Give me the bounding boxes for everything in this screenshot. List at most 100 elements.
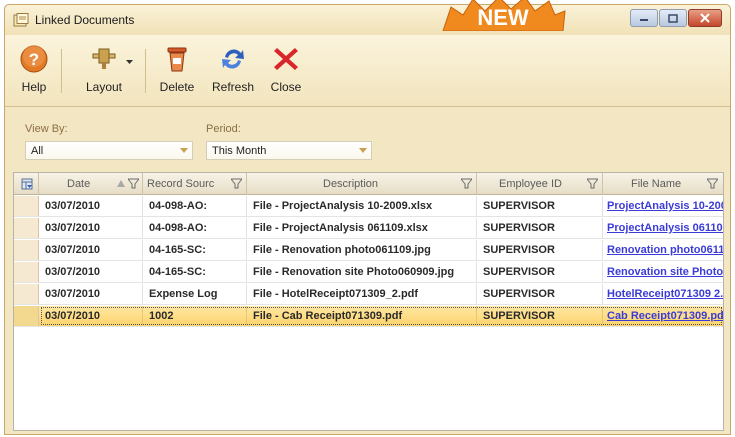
table-row[interactable]: 03/07/2010 04-165-SC: File - Renovation … xyxy=(14,240,723,261)
layout-button[interactable]: Layout xyxy=(69,38,139,102)
view-by-label: View By: xyxy=(25,123,68,135)
cell-record-source: 04-165-SC: xyxy=(143,240,247,260)
filter-icon[interactable] xyxy=(231,178,242,189)
table-row[interactable]: 03/07/2010 Expense Log File - HotelRecei… xyxy=(14,284,723,305)
filter-icon[interactable] xyxy=(128,178,139,189)
cell-description: File - Cab Receipt071309.pdf xyxy=(247,306,477,326)
chevron-down-icon xyxy=(126,60,133,64)
column-label-employee-id: Employee ID xyxy=(499,178,562,190)
cell-description: File - Renovation site Photo060909.jpg xyxy=(247,262,477,282)
column-header-record-source[interactable]: Record Sourc xyxy=(143,173,247,195)
window-close-icon xyxy=(700,13,710,23)
file-link[interactable]: Cab Receipt071309.pdf xyxy=(603,306,723,326)
refresh-icon xyxy=(222,49,244,69)
refresh-button[interactable]: Refresh xyxy=(205,38,261,102)
toolbar-separator xyxy=(61,49,62,93)
toolbar-separator xyxy=(145,49,146,93)
file-link[interactable]: ProjectAnalysis 061109 xyxy=(603,218,723,238)
close-label: Close xyxy=(270,80,302,94)
filter-icon[interactable] xyxy=(461,178,472,189)
window-controls xyxy=(629,9,722,29)
cell-employee-id: SUPERVISOR xyxy=(477,218,603,238)
maximize-button[interactable] xyxy=(659,9,687,27)
file-link[interactable]: ProjectAnalysis 10-200 xyxy=(603,196,723,216)
row-selector[interactable] xyxy=(14,218,39,238)
sort-ascending-icon xyxy=(117,180,125,187)
column-label-date: Date xyxy=(67,178,91,190)
chevron-down-icon[interactable] xyxy=(175,142,192,159)
help-icon: ? xyxy=(20,45,48,73)
file-link[interactable]: HotelReceipt071309 2. xyxy=(603,284,723,304)
documents-grid: Date Record Sourc Description Employee I… xyxy=(13,172,724,431)
cell-date: 03/07/2010 xyxy=(39,284,143,304)
minimize-button[interactable] xyxy=(630,9,658,27)
cell-description: File - ProjectAnalysis 10-2009.xlsx xyxy=(247,196,477,216)
cell-date: 03/07/2010 xyxy=(39,306,143,326)
cell-date: 03/07/2010 xyxy=(39,262,143,282)
column-header-description[interactable]: Description xyxy=(247,173,477,195)
document-link-icon xyxy=(13,13,29,27)
column-header-date[interactable]: Date xyxy=(39,173,143,195)
linked-documents-window: Linked Documents NEW ? Help Layout Delet… xyxy=(4,0,731,435)
close-icon xyxy=(274,48,298,70)
cell-employee-id: SUPERVISOR xyxy=(477,196,603,216)
maximize-icon xyxy=(668,13,678,23)
layout-icon xyxy=(92,48,116,69)
cell-employee-id: SUPERVISOR xyxy=(477,284,603,304)
filter-icon[interactable] xyxy=(587,178,598,189)
table-row[interactable]: 03/07/2010 04-098-AO: File - ProjectAnal… xyxy=(14,218,723,239)
cell-employee-id: SUPERVISOR xyxy=(477,240,603,260)
column-header-file-name[interactable]: File Name xyxy=(603,173,723,195)
file-link[interactable]: Renovation site Photo xyxy=(603,262,723,282)
new-badge: NEW xyxy=(442,0,566,31)
title-bar: Linked Documents NEW xyxy=(5,0,730,35)
window-title: Linked Documents xyxy=(35,13,135,27)
row-selector[interactable] xyxy=(14,284,39,304)
grid-options-button[interactable] xyxy=(14,173,39,195)
table-row[interactable]: 03/07/2010 04-165-SC: File - Renovation … xyxy=(14,262,723,283)
cell-description: File - Renovation photo061109.jpg xyxy=(247,240,477,260)
cell-description: File - HotelReceipt071309_2.pdf xyxy=(247,284,477,304)
period-select[interactable]: This Month xyxy=(206,141,372,160)
period-value: This Month xyxy=(212,145,267,157)
filter-bar: View By: All Period: This Month xyxy=(5,108,730,173)
cell-employee-id: SUPERVISOR xyxy=(477,262,603,282)
cell-record-source: 04-098-AO: xyxy=(143,196,247,216)
period-label: Period: xyxy=(206,123,241,135)
window-close-button[interactable] xyxy=(688,9,722,27)
table-row-selected[interactable]: 03/07/2010 1002 File - Cab Receipt071309… xyxy=(14,306,723,327)
delete-button[interactable]: Delete xyxy=(151,38,203,102)
cell-employee-id: SUPERVISOR xyxy=(477,306,603,326)
close-button[interactable]: Close xyxy=(263,38,309,102)
delete-icon xyxy=(167,47,187,72)
column-header-employee-id[interactable]: Employee ID xyxy=(477,173,603,195)
cell-record-source: 04-098-AO: xyxy=(143,218,247,238)
view-by-value: All xyxy=(31,145,44,157)
svg-text:?: ? xyxy=(29,50,39,69)
cell-date: 03/07/2010 xyxy=(39,240,143,260)
row-selector[interactable] xyxy=(14,262,39,282)
row-selector[interactable] xyxy=(14,306,39,326)
delete-label: Delete xyxy=(159,80,195,94)
view-by-select[interactable]: All xyxy=(25,141,193,160)
new-badge-label: NEW xyxy=(477,5,529,30)
cell-record-source: Expense Log xyxy=(143,284,247,304)
filter-icon[interactable] xyxy=(707,178,718,189)
minimize-icon xyxy=(640,19,648,21)
table-row[interactable]: 03/07/2010 04-098-AO: File - ProjectAnal… xyxy=(14,196,723,217)
help-button[interactable]: ? Help xyxy=(11,38,57,102)
chevron-down-icon[interactable] xyxy=(354,142,371,159)
column-label-description: Description xyxy=(323,178,379,190)
row-selector[interactable] xyxy=(14,196,39,216)
cell-record-source: 04-165-SC: xyxy=(143,262,247,282)
column-label-file-name: File Name xyxy=(631,178,682,190)
cell-description: File - ProjectAnalysis 061109.xlsx xyxy=(247,218,477,238)
cell-date: 03/07/2010 xyxy=(39,218,143,238)
row-selector[interactable] xyxy=(14,240,39,260)
layout-label: Layout xyxy=(85,80,123,94)
column-label-record-source: Record Sourc xyxy=(147,178,215,190)
grid-header: Date Record Sourc Description Employee I… xyxy=(14,173,723,195)
file-link[interactable]: Renovation photo0611 xyxy=(603,240,723,260)
column-chooser-icon xyxy=(21,178,33,190)
cell-date: 03/07/2010 xyxy=(39,196,143,216)
